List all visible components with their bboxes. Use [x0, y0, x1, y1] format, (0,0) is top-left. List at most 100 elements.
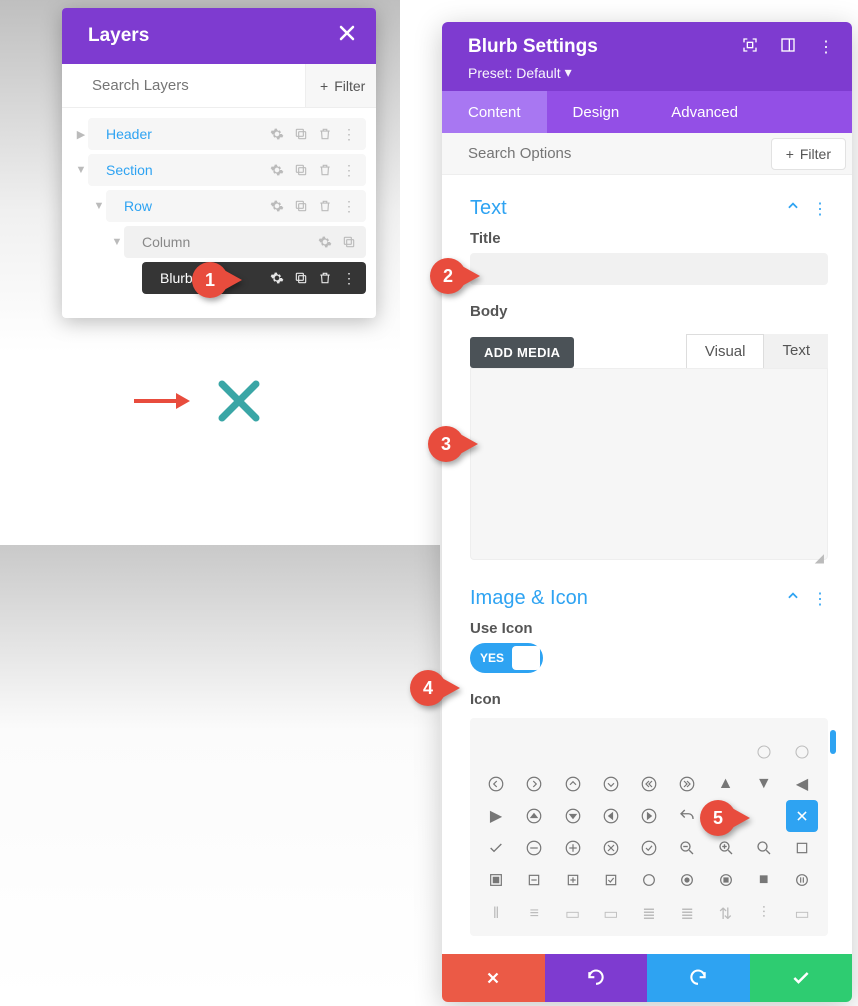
arrow-right-circle-icon[interactable] — [633, 800, 665, 832]
triangle-up-icon[interactable]: ▲ — [710, 768, 742, 800]
dock-icon[interactable] — [780, 37, 796, 58]
zoom-out-icon[interactable] — [671, 832, 703, 864]
minus-square-icon[interactable] — [518, 864, 550, 896]
gear-icon[interactable] — [270, 271, 284, 285]
zoom-in-icon[interactable] — [710, 832, 742, 864]
caret-right-icon[interactable]: ▶ — [74, 128, 88, 141]
icon-option[interactable] — [710, 736, 742, 768]
square-icon[interactable] — [786, 832, 818, 864]
search-icon[interactable] — [748, 832, 780, 864]
collapse-icon[interactable] — [786, 589, 800, 609]
section-image-icon[interactable]: Image & Icon — [470, 587, 588, 610]
settings-filter-button[interactable]: + Filter — [771, 138, 846, 170]
trash-icon[interactable] — [318, 127, 332, 141]
chevron-right-circle-icon[interactable] — [518, 768, 550, 800]
more-icon[interactable]: ⋮ — [812, 199, 828, 219]
arrow-up-circle-icon[interactable] — [518, 800, 550, 832]
icon-option[interactable]: ≣ — [633, 898, 665, 930]
icon-option[interactable]: ≣ — [671, 898, 703, 930]
tab-text[interactable]: Text — [764, 334, 828, 368]
tab-advanced[interactable]: Advanced — [645, 91, 764, 133]
tree-item-header[interactable]: ▶ Header ⋮ — [72, 116, 366, 152]
more-icon[interactable]: ⋮ — [342, 162, 356, 179]
icon-option[interactable] — [786, 736, 818, 768]
icon-option[interactable] — [671, 736, 703, 768]
save-button[interactable] — [750, 954, 853, 1002]
more-icon[interactable]: ⋮ — [342, 270, 356, 287]
layers-filter-button[interactable]: + Filter — [305, 64, 376, 107]
undo-icon[interactable] — [671, 800, 703, 832]
icon-option[interactable]: ▭ — [786, 898, 818, 930]
icon-option[interactable] — [595, 736, 627, 768]
tab-visual[interactable]: Visual — [686, 334, 765, 368]
icon-option[interactable]: ⇅ — [710, 898, 742, 930]
layers-search-input[interactable] — [62, 64, 305, 107]
duplicate-icon[interactable] — [294, 271, 308, 285]
triangle-right-icon[interactable]: ▶ — [480, 800, 512, 832]
gear-icon[interactable] — [270, 199, 284, 213]
chevrons-right-circle-icon[interactable] — [671, 768, 703, 800]
close-icon[interactable] — [786, 800, 818, 832]
collapse-icon[interactable] — [786, 199, 800, 219]
icon-option[interactable] — [480, 736, 512, 768]
use-icon-toggle[interactable]: YES — [470, 643, 543, 673]
icon-option[interactable] — [518, 736, 550, 768]
stop-square-icon[interactable] — [480, 864, 512, 896]
settings-search-input[interactable] — [442, 133, 771, 174]
title-input[interactable] — [470, 253, 828, 285]
tree-item-column[interactable]: ▼ Column — [72, 224, 366, 260]
tree-item-section[interactable]: ▼ Section ⋮ — [72, 152, 366, 188]
icon-option[interactable]: ⫶ — [748, 898, 780, 930]
close-icon[interactable] — [338, 24, 356, 48]
icon-option[interactable] — [748, 736, 780, 768]
more-icon[interactable]: ⋮ — [342, 198, 356, 215]
more-icon[interactable]: ⋮ — [812, 589, 828, 609]
icon-option[interactable]: ‖ — [480, 898, 512, 930]
scrollbar[interactable] — [830, 730, 836, 754]
pause-circle-icon[interactable] — [786, 864, 818, 896]
triangle-down-icon[interactable]: ▼ — [748, 768, 780, 800]
check-circle-icon[interactable] — [633, 832, 665, 864]
arrow-down-circle-icon[interactable] — [557, 800, 589, 832]
triangle-left-icon[interactable]: ◀ — [786, 768, 818, 800]
expand-icon[interactable] — [742, 37, 758, 58]
stop-icon[interactable]: ■ — [748, 864, 780, 896]
icon-option[interactable]: ≡ — [518, 898, 550, 930]
stop-circle-icon[interactable] — [710, 864, 742, 896]
plus-circle-icon[interactable] — [557, 832, 589, 864]
duplicate-icon[interactable] — [342, 235, 356, 249]
section-text[interactable]: Text — [470, 197, 507, 220]
icon-option[interactable]: ▭ — [557, 898, 589, 930]
add-media-button[interactable]: ADD MEDIA — [470, 337, 574, 368]
gear-icon[interactable] — [318, 235, 332, 249]
preset-dropdown[interactable]: Preset: Default ▾ — [468, 64, 834, 81]
resize-grip-icon[interactable]: ◢ — [815, 551, 824, 565]
circle-icon[interactable] — [633, 864, 665, 896]
caret-down-icon[interactable]: ▼ — [74, 164, 88, 176]
chevron-up-circle-icon[interactable] — [557, 768, 589, 800]
icon-option[interactable]: ▭ — [595, 898, 627, 930]
caret-down-icon[interactable]: ▼ — [92, 200, 106, 212]
trash-icon[interactable] — [318, 199, 332, 213]
chevron-down-circle-icon[interactable] — [595, 768, 627, 800]
gear-icon[interactable] — [270, 127, 284, 141]
undo-button[interactable] — [545, 954, 648, 1002]
icon-option[interactable] — [633, 736, 665, 768]
caret-down-icon[interactable]: ▼ — [110, 236, 124, 248]
cancel-button[interactable] — [442, 954, 545, 1002]
redo-button[interactable] — [647, 954, 750, 1002]
icon-option[interactable] — [557, 736, 589, 768]
gear-icon[interactable] — [270, 163, 284, 177]
tree-item-row[interactable]: ▼ Row ⋮ — [72, 188, 366, 224]
trash-icon[interactable] — [318, 163, 332, 177]
record-icon[interactable] — [671, 864, 703, 896]
chevrons-left-circle-icon[interactable] — [633, 768, 665, 800]
duplicate-icon[interactable] — [294, 199, 308, 213]
tab-content[interactable]: Content — [442, 91, 547, 133]
chevron-left-circle-icon[interactable] — [480, 768, 512, 800]
duplicate-icon[interactable] — [294, 163, 308, 177]
arrow-left-circle-icon[interactable] — [595, 800, 627, 832]
minus-circle-icon[interactable] — [518, 832, 550, 864]
trash-icon[interactable] — [318, 271, 332, 285]
more-icon[interactable]: ⋮ — [818, 37, 834, 57]
